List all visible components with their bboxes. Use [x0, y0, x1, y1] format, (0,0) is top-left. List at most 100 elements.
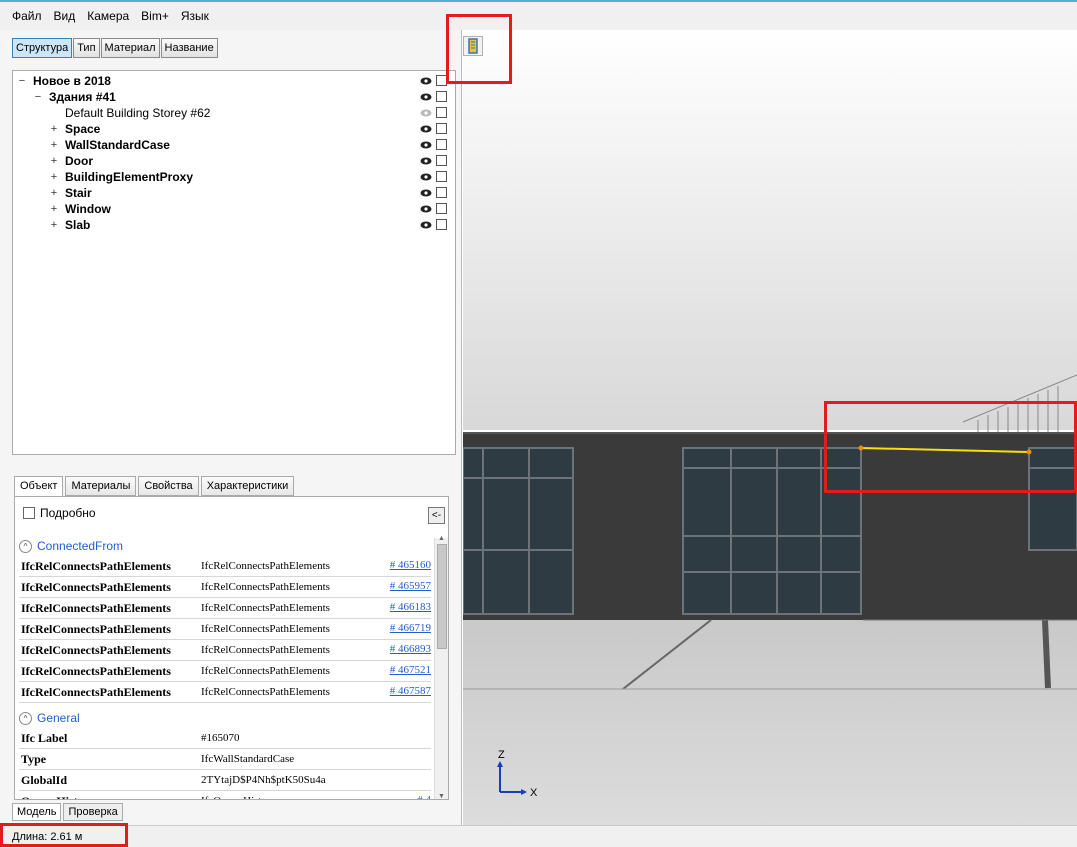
group-title: ConnectedFrom	[37, 539, 124, 553]
tree-item[interactable]: + Slab	[13, 218, 455, 232]
collapse-icon[interactable]: ^	[19, 711, 32, 725]
property-key: IfcRelConnectsPathElements	[21, 580, 171, 594]
menu-item-language[interactable]: Язык	[175, 9, 215, 23]
back-button[interactable]: <-	[428, 507, 445, 524]
tab-type[interactable]: Тип	[73, 38, 100, 58]
expand-icon[interactable]: +	[49, 218, 59, 232]
tree-item[interactable]: + Door	[13, 154, 455, 168]
tree-item[interactable]: − Новое в 2018	[13, 74, 455, 88]
property-row[interactable]: IfcRelConnectsPathElements IfcRelConnects…	[19, 577, 431, 598]
tab-model[interactable]: Модель	[12, 803, 62, 821]
visibility-eye-icon[interactable]	[420, 155, 432, 167]
tree-item-checkbox[interactable]	[436, 91, 447, 102]
menu-item-camera[interactable]: Камера	[81, 9, 135, 23]
property-link[interactable]: # 466893	[390, 643, 431, 655]
property-row[interactable]: IfcRelConnectsPathElements IfcRelConnects…	[19, 598, 431, 619]
property-row[interactable]: IfcRelConnectsPathElements IfcRelConnects…	[19, 619, 431, 640]
visibility-eye-icon[interactable]	[420, 91, 432, 103]
property-key: Ifc Label	[21, 731, 68, 745]
detail-checkbox[interactable]	[23, 507, 35, 519]
visibility-eye-icon[interactable]	[420, 139, 432, 151]
expand-icon[interactable]: +	[49, 122, 59, 136]
tree-item[interactable]: + Window	[13, 202, 455, 216]
tree-item[interactable]: − Здания #41	[13, 90, 455, 104]
property-row[interactable]: Type IfcWallStandardCase	[19, 749, 431, 770]
tree-item-label: WallStandardCase	[65, 138, 170, 152]
tab-structure[interactable]: Структура	[12, 38, 73, 58]
tree-item-label: Window	[65, 202, 111, 216]
visibility-eye-icon[interactable]	[420, 171, 432, 183]
tree-item-checkbox[interactable]	[436, 139, 447, 150]
property-link[interactable]: # 467521	[390, 664, 431, 676]
property-link[interactable]: # 467587	[390, 685, 431, 697]
tree-item-checkbox[interactable]	[436, 107, 447, 118]
tree-item-checkbox[interactable]	[436, 203, 447, 214]
menu-item-view[interactable]: Вид	[48, 9, 82, 23]
expand-icon[interactable]: +	[49, 202, 59, 216]
scroll-thumb[interactable]	[437, 544, 447, 649]
properties-scrollbar[interactable]: ▲ ▼	[434, 535, 448, 799]
tree-item-checkbox[interactable]	[436, 155, 447, 166]
property-link[interactable]: # 466719	[390, 622, 431, 634]
property-link[interactable]: # 465957	[390, 580, 431, 592]
tree-item[interactable]: + Stair	[13, 186, 455, 200]
expand-icon[interactable]: +	[49, 138, 59, 152]
window-left[interactable]	[462, 447, 574, 615]
property-row[interactable]: IfcRelConnectsPathElements IfcRelConnects…	[19, 682, 431, 703]
group-general[interactable]: ^ General	[19, 709, 80, 727]
tab-properties[interactable]: Свойства	[138, 476, 199, 496]
visibility-eye-icon[interactable]	[420, 123, 432, 135]
tree-item-label: Новое в 2018	[33, 74, 111, 88]
tree-item-label: Slab	[65, 218, 91, 232]
tab-material[interactable]: Материал	[100, 38, 160, 58]
model-tree: − Новое в 2018− Здания #41 Default Building…	[12, 70, 456, 455]
tree-item-checkbox[interactable]	[436, 123, 447, 134]
property-value: IfcRelConnectsPathElements	[201, 686, 330, 698]
property-row[interactable]: OwnerHistory IfcOwnerHistory # 4	[19, 791, 431, 799]
group-connected-from[interactable]: ^ ConnectedFrom	[19, 537, 123, 555]
tab-object[interactable]: Объект	[14, 476, 64, 498]
tree-item[interactable]: + BuildingElementProxy	[13, 170, 455, 184]
property-row[interactable]: IfcRelConnectsPathElements IfcRelConnects…	[19, 661, 431, 682]
tree-item-checkbox[interactable]	[436, 219, 447, 230]
tree-item-label: Здания #41	[49, 90, 116, 104]
expand-icon[interactable]: +	[49, 170, 59, 184]
tab-characteristics[interactable]: Характеристики	[200, 476, 295, 496]
property-link[interactable]: # 4	[417, 794, 431, 799]
tree-item-label: Space	[65, 122, 101, 136]
expand-icon[interactable]: +	[49, 154, 59, 168]
visibility-eye-icon[interactable]	[420, 219, 432, 231]
scroll-down-icon[interactable]: ▼	[438, 793, 445, 799]
tree-view-tabs: Структура Тип Материал Название	[12, 38, 218, 58]
visibility-eye-icon[interactable]	[420, 203, 432, 215]
tab-check[interactable]: Проверка	[63, 803, 123, 821]
visibility-eye-icon[interactable]	[420, 107, 432, 119]
collapse-icon[interactable]: −	[17, 74, 27, 88]
collapse-icon[interactable]: −	[33, 90, 43, 104]
visibility-eye-icon[interactable]	[420, 75, 432, 87]
tree-item-label: BuildingElementProxy	[65, 170, 194, 184]
visibility-eye-icon[interactable]	[420, 187, 432, 199]
tab-materials[interactable]: Материалы	[65, 476, 137, 496]
tree-item-label: Door	[65, 154, 93, 168]
tree-item[interactable]: Default Building Storey #62	[13, 106, 455, 120]
menu-item-file[interactable]: Файл	[6, 9, 48, 23]
property-link[interactable]: # 466183	[390, 601, 431, 613]
tree-item[interactable]: + WallStandardCase	[13, 138, 455, 152]
detail-checkbox-row[interactable]: Подробно	[23, 506, 96, 520]
property-row[interactable]: IfcRelConnectsPathElements IfcRelConnects…	[19, 556, 431, 577]
menu-item-bim[interactable]: Bim+	[135, 9, 175, 23]
expand-icon[interactable]: +	[49, 186, 59, 200]
tab-name[interactable]: Название	[160, 38, 218, 58]
tree-item-checkbox[interactable]	[436, 187, 447, 198]
property-value: 2TYtajD$P4Nh$ptK50Su4a	[201, 774, 326, 786]
property-row[interactable]: Ifc Label #165070	[19, 728, 431, 749]
properties-panel: Подробно <- ^ ConnectedFrom ^ General ▲ …	[14, 496, 449, 800]
collapse-icon[interactable]: ^	[19, 539, 32, 553]
property-link[interactable]: # 465160	[390, 559, 431, 571]
property-row[interactable]: GlobalId 2TYtajD$P4Nh$ptK50Su4a	[19, 770, 431, 791]
scroll-up-icon[interactable]: ▲	[438, 535, 445, 542]
tree-item[interactable]: + Space	[13, 122, 455, 136]
property-row[interactable]: IfcRelConnectsPathElements IfcRelConnects…	[19, 640, 431, 661]
tree-item-checkbox[interactable]	[436, 171, 447, 182]
